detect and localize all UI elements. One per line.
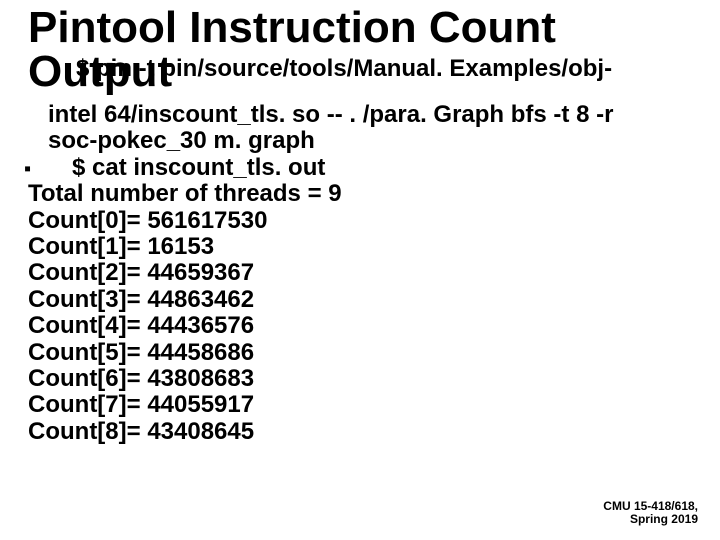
threads-line: Total number of threads = 9 [28, 181, 692, 207]
count-row: Count[8]= 43408645 [28, 419, 692, 445]
count-row: Count[4]= 44436576 [28, 313, 692, 339]
count-row: Count[0]= 561617530 [28, 208, 692, 234]
footer-line1: CMU 15-418/618, [603, 500, 698, 513]
count-row: Count[6]= 43808683 [28, 366, 692, 392]
count-row: Count[5]= 44458686 [28, 340, 692, 366]
command-line-1-cont2: soc-pokec_30 m. graph [48, 128, 692, 154]
slide-body: intel 64/inscount_tls. so -- . /para. Gr… [48, 102, 692, 445]
count-row: Count[7]= 44055917 [28, 392, 692, 418]
footer: CMU 15-418/618, Spring 2019 [603, 500, 698, 526]
title-block: Pintool Instruction Count Output $ pin -… [28, 6, 692, 98]
command-line-2-text: $ cat inscount_tls. out [72, 154, 325, 181]
command-line-2: $ cat inscount_tls. out [48, 155, 692, 181]
command-line-1-overlap: $ pin -t pin/source/tools/Manual. Exampl… [76, 56, 612, 81]
footer-line2: Spring 2019 [603, 513, 698, 526]
count-row: Count[3]= 44863462 [28, 287, 692, 313]
slide-title-line1: Pintool Instruction Count [28, 6, 692, 50]
count-row: Count[2]= 44659367 [28, 260, 692, 286]
command-line-1-cont: intel 64/inscount_tls. so -- . /para. Gr… [48, 102, 692, 128]
slide: Pintool Instruction Count Output $ pin -… [0, 0, 720, 540]
count-row: Count[1]= 16153 [28, 234, 692, 260]
